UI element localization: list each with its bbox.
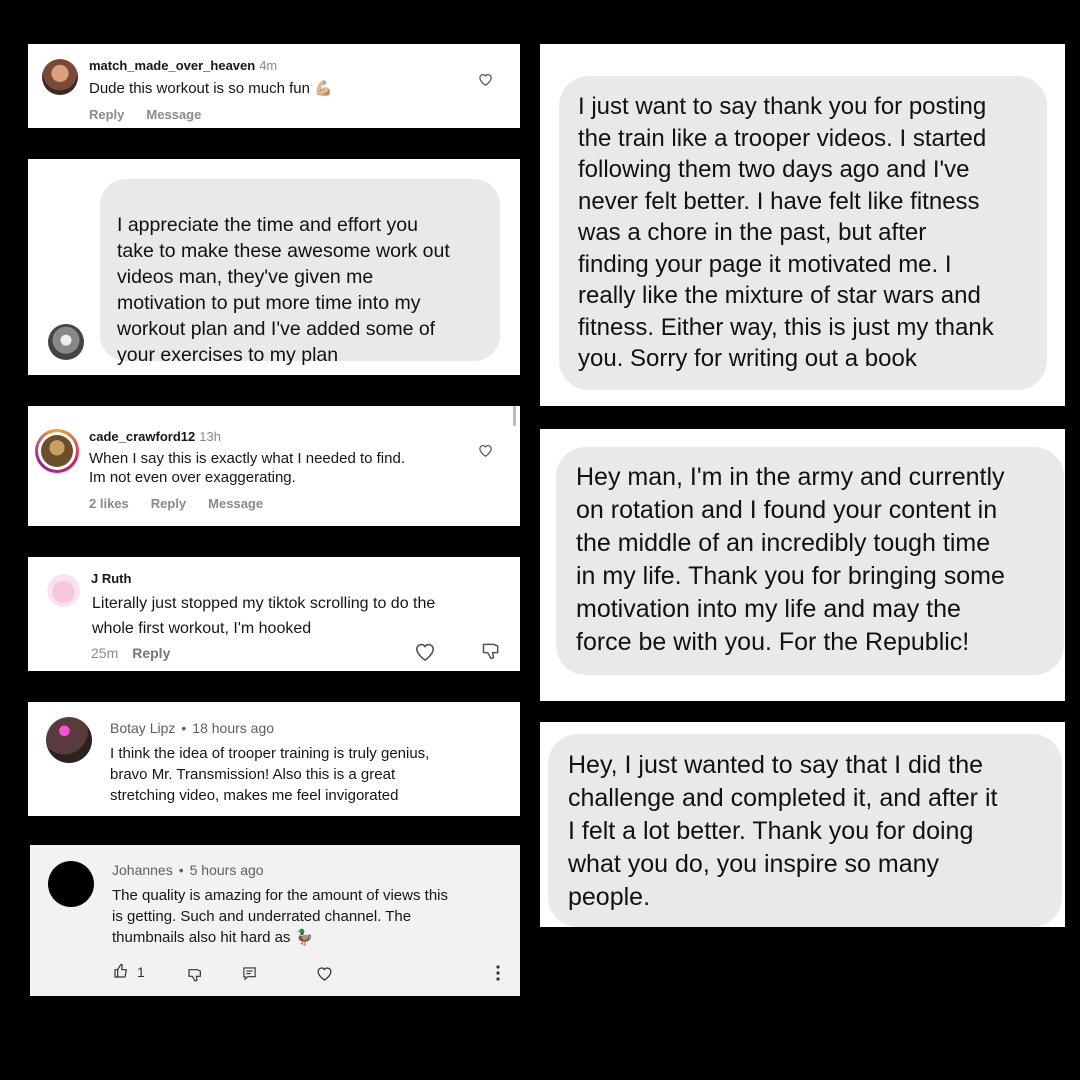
message-text: I appreciate the time and effort you tak…: [117, 214, 450, 366]
comment-card-4: Botay Lipz • 18 hours ago I think the idea…: [28, 702, 520, 816]
message-bubble: I appreciate the time and effort you tak…: [100, 179, 500, 366]
message-card-1: I appreciate the time and effort you tak…: [28, 159, 520, 375]
reply-button[interactable]: Reply: [151, 496, 186, 511]
heart-icon[interactable]: [478, 443, 493, 457]
comment-text: When I say this is exactly what I needed…: [89, 450, 405, 486]
comment-card-3: J Ruth Literally just stopped my tiktok …: [28, 557, 520, 671]
flexed-arm-emoji: 💪🏼: [314, 80, 333, 97]
comment-time: 25m: [91, 645, 119, 661]
comment-header: Johannes • 5 hours ago: [112, 862, 264, 878]
comment-text: Literally just stopped my tiktok scrolli…: [92, 595, 436, 637]
message-text: Hey man, I'm in the army and currently o…: [576, 463, 1005, 656]
reply-icon[interactable]: [242, 966, 257, 981]
username[interactable]: Johannes: [112, 862, 173, 878]
message-bubble: Hey, I just wanted to say that I did the…: [548, 734, 1062, 927]
message-bubble: Hey man, I'm in the army and currently o…: [556, 447, 1064, 675]
reply-button[interactable]: Reply: [89, 107, 124, 122]
avatar[interactable]: [46, 717, 92, 763]
comment-actions: Reply Message: [89, 107, 223, 122]
message-card-3: Hey man, I'm in the army and currently o…: [540, 429, 1065, 701]
duck-emoji: 🦆: [294, 929, 314, 946]
comment-header: Botay Lipz • 18 hours ago: [110, 720, 274, 736]
message-text: Hey, I just wanted to say that I did the…: [568, 751, 998, 911]
message-button[interactable]: Message: [146, 107, 201, 122]
avatar[interactable]: [47, 574, 80, 607]
comment-body: Dude this workout is so much fun 💪🏼: [89, 79, 333, 98]
comment-header: match_made_over_heaven 4m: [89, 58, 277, 73]
heart-icon[interactable]: [414, 641, 436, 661]
heart-icon[interactable]: [316, 965, 333, 981]
message-bubble: I just want to say thank you for posting…: [559, 76, 1047, 390]
comment-actions: 25m Reply: [91, 645, 192, 661]
comment-card-5: Johannes • 5 hours ago The quality is amaz…: [30, 845, 520, 996]
separator: •: [178, 862, 184, 878]
thumbs-down-icon[interactable]: [481, 641, 501, 661]
avatar-photo: [41, 435, 73, 467]
comment-actions: 2 likes Reply Message: [89, 496, 285, 511]
comment-header: cade_crawford12 13h: [89, 429, 221, 444]
scrollbar[interactable]: [513, 406, 516, 426]
message-text: I just want to say thank you for posting…: [578, 93, 994, 372]
comment-body: The quality is amazing for the amount of…: [112, 885, 448, 948]
comment-time: 13h: [199, 429, 221, 444]
comment-text: Dude this workout is so much fun: [89, 80, 310, 97]
like-count: 1: [137, 964, 145, 980]
username[interactable]: J Ruth: [91, 571, 131, 586]
comment-time: 18 hours ago: [192, 720, 275, 736]
username[interactable]: match_made_over_heaven: [89, 58, 255, 73]
comment-text: The quality is amazing for the amount of…: [112, 887, 448, 946]
message-card-4: Hey, I just wanted to say that I did the…: [540, 722, 1065, 927]
comment-text: I think the idea of trooper training is …: [110, 745, 430, 804]
avatar[interactable]: [48, 324, 84, 360]
comment-card-1: match_made_over_heaven 4m Dude this worko…: [28, 44, 520, 128]
more-vertical-icon[interactable]: [496, 965, 500, 981]
username[interactable]: cade_crawford12: [89, 429, 195, 444]
avatar[interactable]: [48, 861, 94, 907]
reply-button[interactable]: Reply: [132, 645, 170, 661]
thumbs-up-icon[interactable]: [113, 963, 129, 979]
thumbs-down-icon[interactable]: [187, 967, 203, 983]
comment-time: 4m: [259, 58, 278, 73]
message-card-2: I just want to say thank you for posting…: [540, 44, 1065, 406]
comment-time: 5 hours ago: [189, 862, 264, 878]
username[interactable]: Botay Lipz: [110, 720, 175, 736]
comment-card-2: cade_crawford12 13h When I say this is ex…: [28, 406, 520, 526]
likes-count: 2 likes: [89, 496, 129, 511]
avatar[interactable]: [42, 59, 78, 95]
message-button[interactable]: Message: [208, 496, 263, 511]
separator: •: [181, 720, 187, 736]
heart-icon[interactable]: [478, 72, 493, 86]
